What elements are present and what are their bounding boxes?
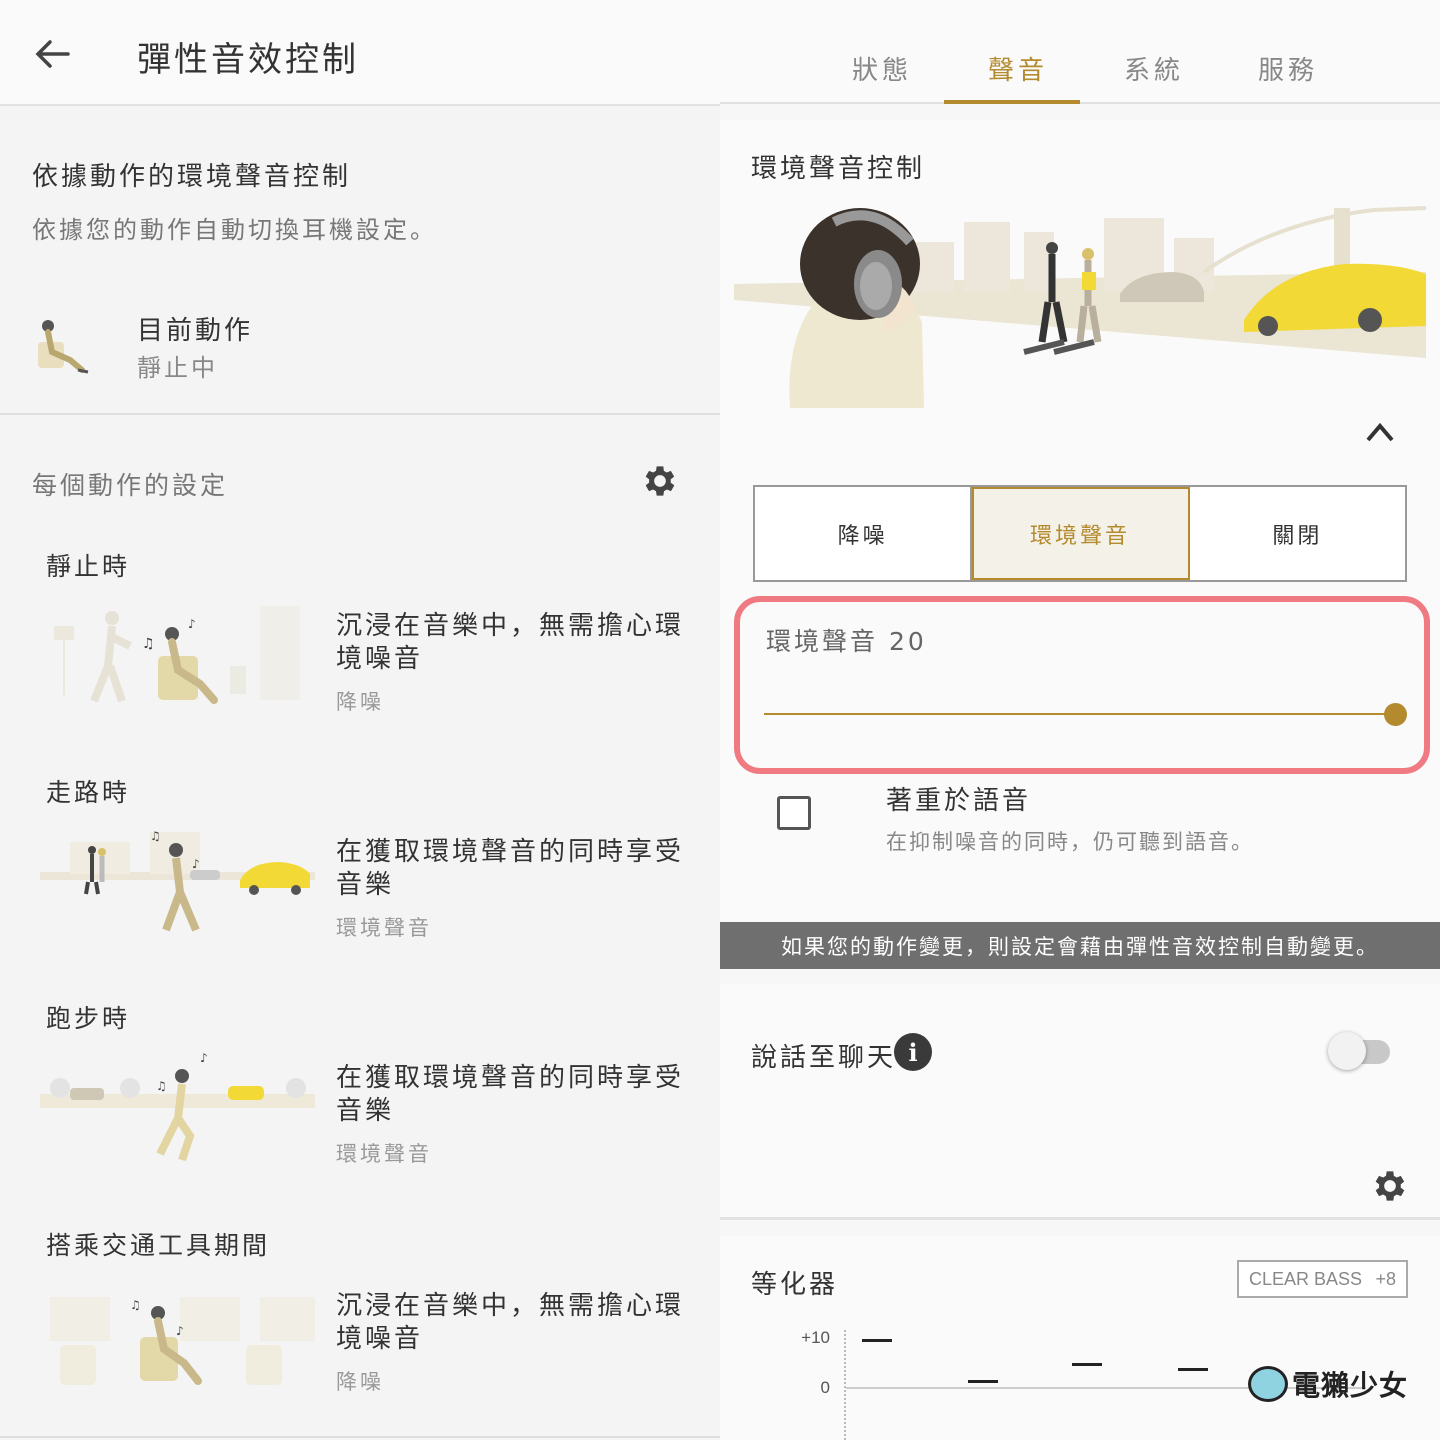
- page-title: 彈性音效控制: [137, 40, 359, 80]
- eq-preset-value: +8: [1375, 1268, 1396, 1289]
- watermark-text: 電獺少女: [1292, 1369, 1409, 1402]
- activity-mode-still: 降噪: [336, 690, 384, 714]
- tab-service[interactable]: 服務: [1258, 50, 1318, 87]
- svg-text:♪: ♪: [200, 1051, 208, 1065]
- sitting-person-icon: [38, 320, 89, 374]
- activity-desc-walking: 在獲取環境聲音的同時享受音樂: [336, 837, 685, 900]
- intro-subtitle: 依據您的動作自動切換耳機設定。: [32, 216, 437, 244]
- mode-ambient[interactable]: 環境聲音: [972, 487, 1190, 580]
- gear-icon[interactable]: [640, 461, 680, 501]
- eq-band[interactable]: [1178, 1368, 1208, 1371]
- transport-illustration: ♫♪: [50, 1297, 315, 1385]
- ambient-slider-track[interactable]: [764, 713, 1396, 715]
- svg-text:♪: ♪: [176, 1324, 184, 1338]
- eq-preset-badge[interactable]: CLEAR BASS +8: [1237, 1260, 1408, 1298]
- tab-indicator: [944, 100, 1080, 104]
- svg-text:♫: ♫: [150, 829, 161, 843]
- activity-desc-running: 在獲取環境聲音的同時享受音樂: [336, 1063, 685, 1126]
- tab-bar: 狀態 聲音 系統 服務: [720, 0, 1440, 104]
- current-activity-value: 靜止中: [137, 354, 218, 382]
- auto-change-banner: 如果您的動作變更，則設定會藉由彈性音效控制自動變更。: [720, 922, 1440, 969]
- speak-to-chat-card: [720, 984, 1440, 1220]
- voice-focus-subtitle: 在抑制噪音的同時，仍可聽到語音。: [886, 830, 1254, 854]
- speak-to-chat-label: 說話至聊天: [751, 1043, 897, 1073]
- eq-tick-top: +10: [801, 1328, 830, 1347]
- ambient-illustration: [734, 206, 1426, 408]
- divider-bottom: [0, 1436, 720, 1438]
- voice-focus-checkbox[interactable]: [777, 796, 811, 830]
- current-activity-label: 目前動作: [137, 316, 254, 346]
- activity-mode-walking: 環境聲音: [336, 916, 432, 940]
- voice-focus-title: 著重於語音: [886, 786, 1032, 816]
- equalizer-title: 等化器: [751, 1270, 839, 1300]
- right-screen: 狀態 聲音 系統 服務 環境聲音控制 降噪 環境聲音 關閉 環境聲音 20 著重…: [720, 0, 1440, 1440]
- svg-text:♪: ♪: [192, 857, 200, 871]
- activity-mode-transport: 降噪: [336, 1370, 384, 1394]
- activity-mode-running: 環境聲音: [336, 1142, 432, 1166]
- running-illustration: ♫♪: [40, 1051, 315, 1162]
- tab-status[interactable]: 狀態: [852, 50, 912, 87]
- ambient-slider-thumb[interactable]: [1384, 703, 1407, 726]
- activity-label-running: 跑步時: [46, 1004, 131, 1033]
- mode-off[interactable]: 關閉: [1190, 487, 1405, 580]
- back-arrow-icon[interactable]: [34, 36, 70, 72]
- eq-band[interactable]: [862, 1339, 892, 1342]
- svg-text:♫: ♫: [156, 1079, 167, 1093]
- tab-sound[interactable]: 聲音: [988, 50, 1048, 87]
- info-icon[interactable]: i: [894, 1033, 932, 1071]
- eq-band[interactable]: [968, 1380, 998, 1383]
- activity-label-walking: 走路時: [46, 778, 131, 807]
- app-bar: 彈性音效控制: [0, 0, 720, 106]
- activity-label-transport: 搭乘交通工具期間: [46, 1231, 271, 1260]
- mode-noise-cancel[interactable]: 降噪: [755, 487, 973, 580]
- eq-tick-zero: 0: [820, 1378, 830, 1397]
- otter-logo-icon: [1248, 1366, 1288, 1402]
- toggle-knob[interactable]: [1328, 1032, 1366, 1070]
- svg-text:♫: ♫: [130, 1298, 141, 1312]
- activity-label-still: 靜止時: [46, 552, 131, 581]
- chevron-up-icon[interactable]: [1364, 420, 1396, 444]
- divider: [0, 413, 720, 415]
- eq-band[interactable]: [1072, 1363, 1102, 1366]
- gear-icon[interactable]: [1370, 1166, 1410, 1206]
- still-illustration: ♫♪: [54, 606, 300, 704]
- eq-preset-name: CLEAR BASS: [1249, 1268, 1363, 1289]
- ambient-title: 環境聲音控制: [751, 154, 926, 184]
- left-screen: 彈性音效控制 依據動作的環境聲音控制 依據您的動作自動切換耳機設定。 目前動作 …: [0, 0, 720, 1440]
- intro-title: 依據動作的環境聲音控制: [32, 162, 352, 192]
- settings-header: 每個動作的設定: [32, 471, 229, 500]
- walking-illustration: ♫♪: [40, 829, 315, 932]
- tab-system[interactable]: 系統: [1124, 50, 1184, 87]
- watermark-logo: 電獺少女: [1248, 1364, 1408, 1404]
- activity-desc-still: 沉浸在音樂中，無需擔心環境噪音: [336, 611, 685, 674]
- svg-text:♫: ♫: [142, 636, 155, 652]
- ambient-level-label: 環境聲音 20: [766, 627, 927, 656]
- svg-text:♪: ♪: [188, 617, 196, 631]
- eq-axis: [844, 1330, 846, 1440]
- ambient-mode-selector: 降噪 環境聲音 關閉: [753, 485, 1407, 582]
- activity-desc-transport: 沉浸在音樂中，無需擔心環境噪音: [336, 1291, 685, 1354]
